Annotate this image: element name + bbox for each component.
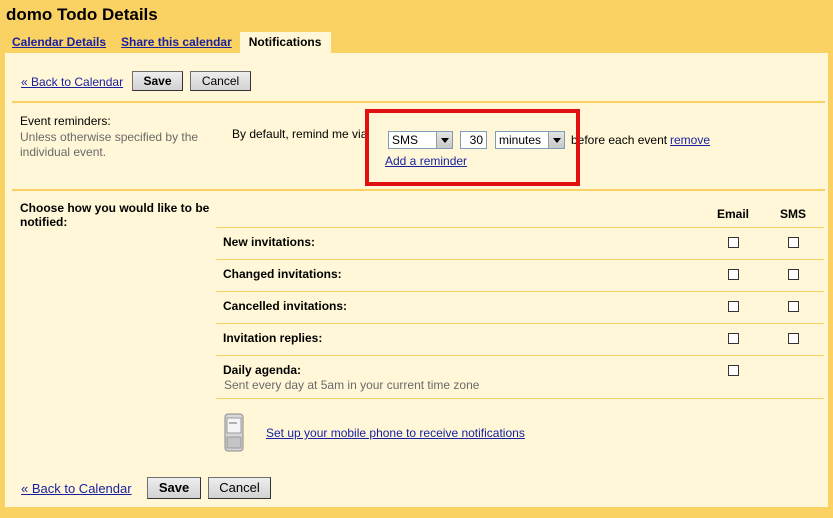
notify-title: Choose how you would like to be notified… (20, 201, 210, 229)
setup-mobile-link[interactable]: Set up your mobile phone to receive noti… (266, 426, 525, 440)
row-label-changed-invitations: Changed invitations: (223, 267, 342, 281)
add-reminder-link[interactable]: Add a reminder (385, 154, 467, 168)
page-title: domo Todo Details (6, 5, 158, 24)
tab-bar: Calendar Details Share this calendar Not… (5, 32, 332, 53)
divider (12, 189, 825, 191)
tab-share-calendar[interactable]: Share this calendar (114, 32, 240, 53)
back-to-calendar-link-bottom[interactable]: « Back to Calendar (21, 481, 132, 496)
row-divider (216, 398, 824, 399)
row-divider (216, 355, 824, 356)
reminder-amount-input[interactable]: 30 (460, 131, 487, 149)
row-label-new-invitations: New invitations: (223, 235, 316, 249)
remove-reminder-link[interactable]: remove (670, 133, 710, 147)
save-button-bottom[interactable]: Save (147, 477, 201, 499)
email-checkbox-daily-agenda[interactable] (728, 365, 739, 376)
row-label-cancelled-invitations: Cancelled invitations: (223, 299, 348, 313)
save-button-top[interactable]: Save (132, 71, 183, 91)
col-header-email: Email (717, 207, 750, 221)
row-label-daily-agenda: Daily agenda: (223, 363, 302, 377)
reminder-method-select[interactable]: SMS (388, 131, 453, 149)
before-each-event-text: before each event (571, 133, 668, 147)
tab-notifications[interactable]: Notifications (239, 32, 332, 53)
sms-checkbox-changed-invitations[interactable] (788, 269, 799, 280)
daily-agenda-description: Sent every day at 5am in your current ti… (224, 378, 480, 392)
chevron-down-icon (436, 132, 452, 148)
row-label-invitation-replies: Invitation replies: (223, 331, 323, 345)
col-header-sms: SMS (780, 207, 807, 221)
reminder-method-value: SMS (392, 133, 419, 147)
reminder-unit-select[interactable]: minutes (495, 131, 565, 149)
reminder-unit-value: minutes (499, 133, 542, 147)
sms-checkbox-cancelled-invitations[interactable] (788, 301, 799, 312)
event-reminders-description: Unless otherwise specified by the indivi… (20, 130, 199, 159)
row-divider (216, 227, 824, 228)
tab-calendar-details[interactable]: Calendar Details (5, 32, 114, 53)
sms-checkbox-new-invitations[interactable] (788, 237, 799, 248)
email-checkbox-invitation-replies[interactable] (728, 333, 739, 344)
chevron-down-icon (548, 132, 564, 148)
back-to-calendar-link-top[interactable]: « Back to Calendar (21, 75, 123, 89)
row-divider (216, 323, 824, 324)
row-divider (216, 259, 824, 260)
email-checkbox-cancelled-invitations[interactable] (728, 301, 739, 312)
email-checkbox-new-invitations[interactable] (728, 237, 739, 248)
cancel-button-bottom[interactable]: Cancel (208, 477, 271, 499)
divider (12, 101, 825, 103)
cancel-button-top[interactable]: Cancel (190, 71, 251, 91)
event-reminders-title: Event reminders: (20, 114, 111, 128)
mobile-phone-icon (224, 413, 244, 452)
sms-checkbox-invitation-replies[interactable] (788, 333, 799, 344)
default-remind-text: By default, remind me via (232, 127, 368, 141)
row-divider (216, 291, 824, 292)
notifications-panel: « Back to Calendar Save Cancel Event rem… (5, 53, 828, 507)
email-checkbox-changed-invitations[interactable] (728, 269, 739, 280)
